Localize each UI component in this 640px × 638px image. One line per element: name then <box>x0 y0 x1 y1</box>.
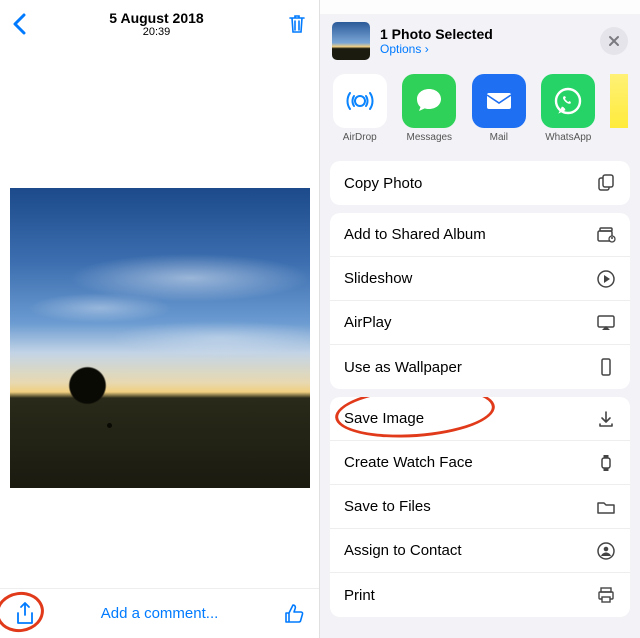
options-link[interactable]: Options › <box>380 42 600 56</box>
sheet-thumbnail <box>332 22 370 60</box>
play-icon <box>596 269 616 289</box>
action-group-3: Save Image Create Watch Face Save to Fil… <box>330 397 630 617</box>
app-label: Mail <box>490 132 508 143</box>
photo-date: 5 August 2018 <box>26 10 287 26</box>
app-mail[interactable]: Mail <box>471 74 527 143</box>
photo-header: 5 August 2018 20:39 <box>0 0 319 48</box>
action-watch-face[interactable]: Create Watch Face <box>330 441 630 485</box>
share-button[interactable] <box>14 601 36 627</box>
close-button[interactable] <box>600 27 628 55</box>
messages-icon <box>402 74 456 128</box>
app-next[interactable] <box>610 74 628 143</box>
app-whatsapp[interactable]: WhatsApp <box>541 74 597 143</box>
copy-icon <box>596 173 616 193</box>
action-label: Create Watch Face <box>344 454 473 471</box>
action-label: Use as Wallpaper <box>344 359 462 376</box>
action-airplay[interactable]: AirPlay <box>330 301 630 345</box>
action-label: AirPlay <box>344 314 392 331</box>
add-comment-button[interactable]: Add a comment... <box>101 605 219 622</box>
sheet-backdrop <box>320 0 640 14</box>
folder-icon <box>596 497 616 517</box>
action-copy-photo[interactable]: Copy Photo <box>330 161 630 205</box>
action-label: Slideshow <box>344 270 412 287</box>
action-save-image[interactable]: Save Image <box>330 397 630 441</box>
action-save-files[interactable]: Save to Files <box>330 485 630 529</box>
phone-icon <box>596 357 616 377</box>
action-group-1: Copy Photo <box>330 161 630 205</box>
action-label: Save Image <box>344 410 424 427</box>
notes-icon <box>610 74 628 128</box>
photo-viewer[interactable] <box>0 48 319 588</box>
action-slideshow[interactable]: Slideshow <box>330 257 630 301</box>
action-label: Save to Files <box>344 498 431 515</box>
photo-image <box>10 188 310 488</box>
app-label: WhatsApp <box>545 132 591 143</box>
print-icon <box>596 585 616 605</box>
like-button[interactable] <box>283 603 305 625</box>
app-label: AirDrop <box>343 132 377 143</box>
mail-icon <box>472 74 526 128</box>
album-icon <box>596 225 616 245</box>
sheet-header: 1 Photo Selected Options › <box>320 10 640 68</box>
airdrop-icon <box>333 74 387 128</box>
trash-button[interactable] <box>287 13 307 35</box>
action-assign-contact[interactable]: Assign to Contact <box>330 529 630 573</box>
action-label: Copy Photo <box>344 175 422 192</box>
download-icon <box>596 409 616 429</box>
photo-title: 5 August 2018 20:39 <box>26 10 287 38</box>
action-label: Add to Shared Album <box>344 226 486 243</box>
app-messages[interactable]: Messages <box>402 74 458 143</box>
photo-footer: Add a comment... <box>0 588 319 638</box>
watch-icon <box>596 453 616 473</box>
action-label: Print <box>344 587 375 604</box>
selected-count: 1 Photo Selected <box>380 26 600 42</box>
action-print[interactable]: Print <box>330 573 630 617</box>
app-label: Messages <box>406 132 452 143</box>
action-label: Assign to Contact <box>344 542 462 559</box>
action-group-2: Add to Shared Album Slideshow AirPlay Us… <box>330 213 630 389</box>
action-wallpaper[interactable]: Use as Wallpaper <box>330 345 630 389</box>
share-apps-row: AirDrop Messages Mail WhatsApp <box>320 68 640 153</box>
airplay-icon <box>596 313 616 333</box>
back-button[interactable] <box>12 13 26 35</box>
app-airdrop[interactable]: AirDrop <box>332 74 388 143</box>
whatsapp-icon <box>541 74 595 128</box>
photo-time: 20:39 <box>26 26 287 38</box>
person-icon <box>596 541 616 561</box>
action-shared-album[interactable]: Add to Shared Album <box>330 213 630 257</box>
